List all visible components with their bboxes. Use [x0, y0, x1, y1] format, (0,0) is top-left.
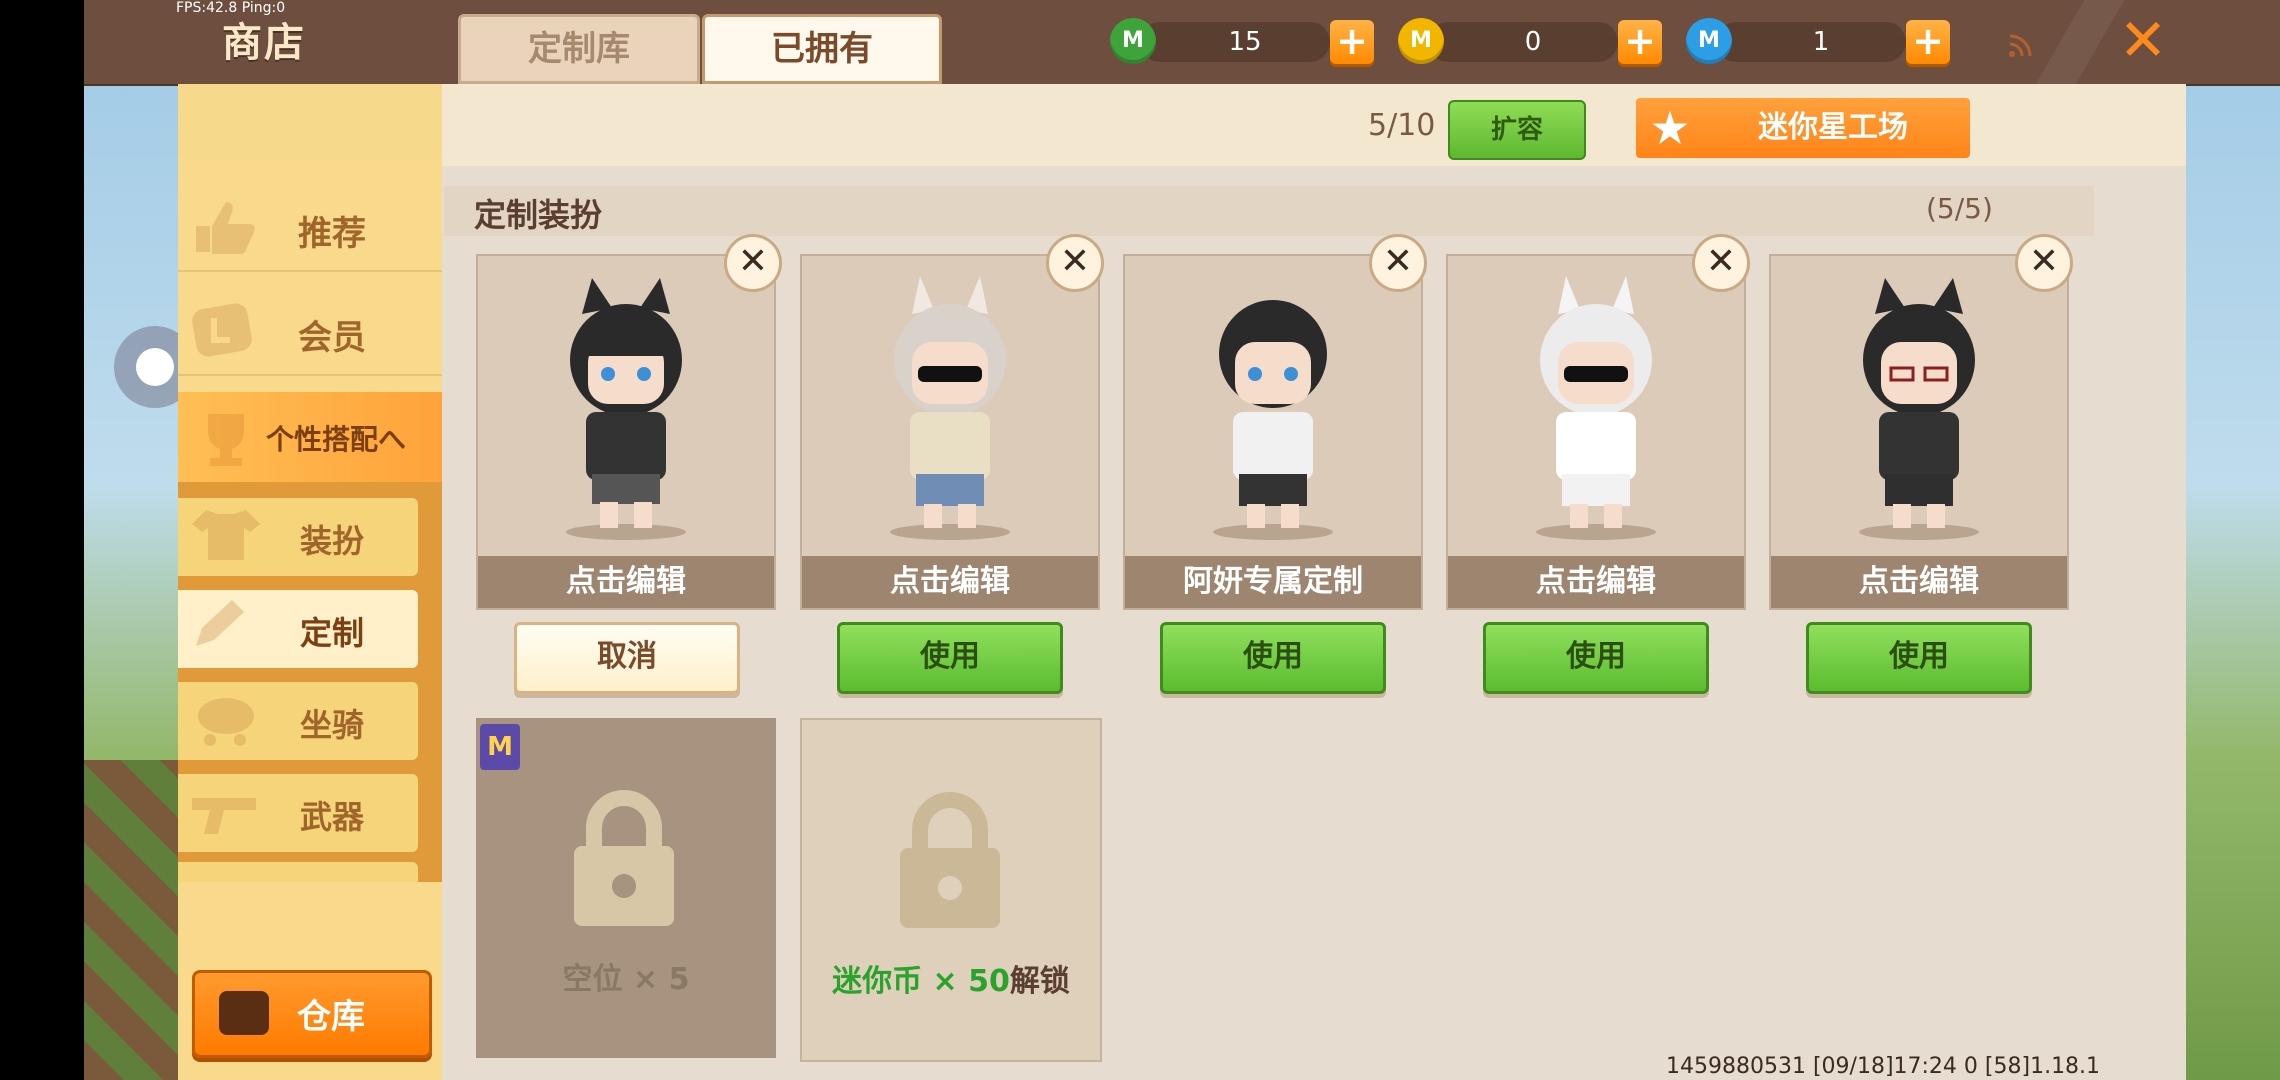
lock-icon	[900, 792, 1000, 928]
page-title: 商店	[222, 20, 306, 66]
lock-icon	[574, 790, 674, 926]
add-blue-coin-button[interactable]: +	[1906, 20, 1950, 64]
green-gem-icon: M	[1110, 18, 1156, 64]
avatar-figure-3	[1213, 300, 1333, 540]
locked-slot[interactable]: 迷你币 × 50解锁	[800, 718, 1102, 1062]
add-green-gem-button[interactable]: +	[1330, 20, 1374, 64]
section-count: (5/5)	[1926, 192, 1993, 225]
record-dot-icon	[136, 348, 174, 386]
unlock-label: 解锁	[1009, 964, 1070, 999]
outfit-caption-4: 点击编辑	[1448, 556, 1744, 608]
expand-button[interactable]: 扩容	[1448, 100, 1586, 160]
remove-outfit-5-close-icon[interactable]: ✕	[2015, 234, 2073, 292]
star-icon: ★	[1649, 101, 1691, 155]
sidebar: 推荐 会员 个性搭配へ 装扮 定制 坐骑 武器	[178, 84, 446, 1080]
sidebar-item-recommend[interactable]: 推荐	[178, 180, 442, 272]
remove-outfit-3-close-icon[interactable]: ✕	[1369, 234, 1427, 292]
currency-value-gold: 0	[1524, 27, 1542, 57]
sidebar-subitem-outfit[interactable]: 装扮	[178, 498, 418, 576]
avatar-figure-2	[890, 276, 1010, 540]
left-black-margin	[0, 0, 84, 1080]
avatar-figure-1	[566, 278, 686, 540]
vip-card-icon	[186, 300, 266, 360]
outfit-card-5[interactable]: 点击编辑	[1769, 254, 2069, 610]
outfit-caption-2: 点击编辑	[802, 556, 1098, 608]
outfit-caption-5: 点击编辑	[1771, 556, 2067, 608]
empty-slot-count: × 5	[632, 962, 690, 997]
avatar-figure-4	[1536, 276, 1656, 540]
avatar-figure-5	[1859, 278, 1979, 540]
empty-slot-label: 空位	[562, 962, 623, 997]
section-header	[444, 186, 2094, 236]
sidebar-subitem-mount[interactable]: 坐骑	[178, 682, 418, 760]
tab-custom-library[interactable]: 定制库	[458, 14, 700, 84]
remove-outfit-2-close-icon[interactable]: ✕	[1046, 234, 1104, 292]
use-button-2[interactable]: 使用	[837, 622, 1063, 694]
mini-factory-button[interactable]: ★ 迷你星工场	[1636, 98, 1970, 158]
outfit-card-1[interactable]: 点击编辑	[476, 254, 776, 610]
sidebar-top-space	[178, 84, 442, 158]
outfit-card-2[interactable]: 点击编辑	[800, 254, 1100, 610]
section-title: 定制装扮	[474, 196, 603, 234]
sidebar-item-vip[interactable]: 会员	[178, 284, 442, 376]
warehouse-button[interactable]: 仓库	[192, 970, 432, 1058]
sidebar-subitem-weapon[interactable]: 武器	[178, 774, 418, 852]
gun-icon	[186, 780, 266, 840]
gold-coin-icon: M	[1398, 18, 1444, 64]
signal-icon	[2006, 30, 2036, 60]
vip-badge-icon: M	[480, 724, 520, 770]
unlock-cost: 迷你币 × 50	[832, 964, 1010, 999]
trophy-icon	[186, 408, 266, 468]
sidebar-partial-item	[178, 862, 418, 882]
use-button-3[interactable]: 使用	[1160, 622, 1386, 694]
remove-outfit-1-close-icon[interactable]: ✕	[724, 234, 782, 292]
blue-coin-icon: M	[1686, 18, 1732, 64]
outfit-caption-3: 阿妍专属定制	[1125, 556, 1421, 608]
outfit-card-3[interactable]: 阿妍专属定制	[1123, 254, 1423, 610]
remove-outfit-4-close-icon[interactable]: ✕	[1692, 234, 1750, 292]
shirt-icon	[186, 504, 266, 564]
thumbs-up-icon	[186, 196, 266, 256]
empty-slot[interactable]: 空位 × 5	[476, 718, 776, 1058]
close-icon[interactable]: ✕	[2118, 11, 2168, 69]
capacity-counter: 5/10	[1368, 108, 1436, 143]
outfit-caption-1: 点击编辑	[478, 556, 774, 608]
sidebar-subitem-custom[interactable]: 定制	[178, 590, 418, 668]
tab-owned[interactable]: 已拥有	[702, 14, 942, 84]
footer-info: 1459880531 [09/18]17:24 0 [58]1.18.1	[1666, 1054, 2101, 1079]
use-button-4[interactable]: 使用	[1483, 622, 1709, 694]
currency-value-blue: 1	[1812, 27, 1830, 57]
background-block	[84, 760, 184, 1080]
sidebar-item-personal-style[interactable]: 个性搭配へ	[178, 392, 442, 482]
mount-icon	[186, 688, 266, 748]
pencil-icon	[186, 596, 266, 656]
use-button-5[interactable]: 使用	[1806, 622, 2032, 694]
currency-value-green: 15	[1228, 27, 1262, 57]
add-gold-coin-button[interactable]: +	[1618, 20, 1662, 64]
outfit-card-4[interactable]: 点击编辑	[1446, 254, 1746, 610]
chest-icon	[219, 991, 269, 1035]
cancel-button[interactable]: 取消	[514, 622, 740, 694]
